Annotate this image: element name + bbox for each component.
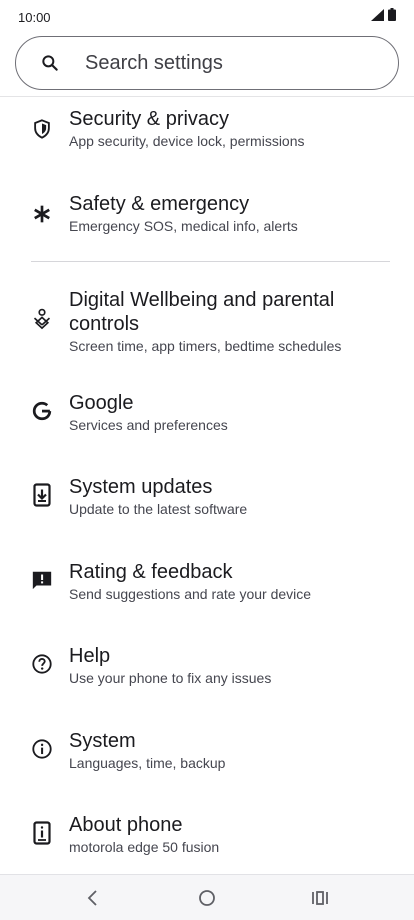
item-subtitle: Languages, time, backup [69, 755, 226, 771]
home-icon[interactable] [194, 885, 220, 911]
settings-item-rating-feedback[interactable]: Rating & feedback Send suggestions and r… [0, 558, 414, 606]
item-title: Digital Wellbeing and parental controls [69, 289, 335, 335]
item-title: About phone [69, 814, 183, 836]
signal-icon [371, 8, 384, 26]
shield-icon [30, 117, 54, 141]
back-icon[interactable] [80, 885, 106, 911]
item-title: Security & privacy [69, 108, 230, 130]
settings-item-safety-emergency[interactable]: Safety & emergency Emergency SOS, medica… [0, 190, 414, 238]
item-subtitle: motorola edge 50 fusion [69, 839, 220, 855]
item-subtitle: Use your phone to fix any issues [69, 670, 272, 686]
search-icon [40, 53, 60, 73]
item-subtitle: App security, device lock, permissions [69, 133, 305, 149]
item-subtitle: Services and preferences [69, 417, 228, 433]
search-placeholder: Search settings [85, 51, 223, 74]
help-icon [30, 652, 54, 676]
settings-item-google[interactable]: Google Services and preferences [0, 389, 414, 437]
recents-icon[interactable] [307, 885, 333, 911]
settings-item-security-privacy[interactable]: Security & privacy App security, device … [0, 105, 414, 153]
feedback-icon [30, 568, 54, 592]
settings-item-system[interactable]: System Languages, time, backup [0, 727, 414, 775]
settings-item-system-updates[interactable]: System updates Update to the latest soft… [0, 473, 414, 521]
top-divider [0, 96, 414, 97]
item-subtitle: Emergency SOS, medical info, alerts [69, 218, 298, 234]
item-subtitle: Screen time, app timers, bedtime schedul… [69, 338, 342, 354]
phone-info-icon [30, 821, 54, 845]
item-title: System [69, 730, 136, 752]
status-time: 10:00 [18, 9, 51, 25]
search-field[interactable]: Search settings [15, 36, 399, 90]
item-title: Safety & emergency [69, 193, 250, 215]
info-icon [30, 737, 54, 761]
item-title: Help [69, 645, 111, 667]
search-bar[interactable]: Search settings [15, 36, 399, 90]
settings-screen: 10:00 Search settings Security & privacy… [0, 0, 414, 920]
status-bar: 10:00 [0, 0, 414, 34]
item-subtitle: Send suggestions and rate your device [69, 586, 312, 602]
item-title: System updates [69, 476, 213, 498]
google-icon [30, 399, 54, 423]
asterisk-icon [30, 202, 54, 226]
section-divider [31, 261, 390, 262]
item-subtitle: Update to the latest software [69, 501, 248, 517]
settings-item-about-phone[interactable]: About phone motorola edge 50 fusion [0, 811, 414, 859]
item-title: Rating & feedback [69, 561, 233, 583]
item-title: Google [69, 392, 134, 414]
settings-item-help[interactable]: Help Use your phone to fix any issues [0, 642, 414, 690]
wellbeing-icon [30, 307, 54, 331]
battery-icon [388, 8, 396, 26]
status-icons [371, 8, 396, 26]
navigation-bar [0, 874, 414, 920]
settings-item-digital-wellbeing[interactable]: Digital Wellbeing and parental controls … [0, 286, 414, 358]
system-update-icon [30, 483, 54, 507]
